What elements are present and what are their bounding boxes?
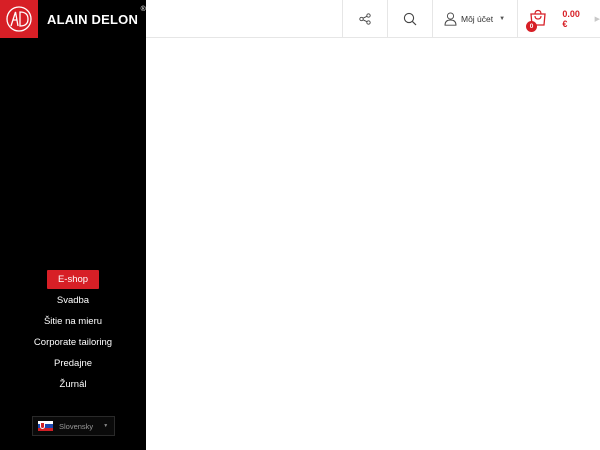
- brand-logo[interactable]: ALAIN DELON ®: [0, 0, 146, 38]
- nav-item-corporate-tailoring[interactable]: Corporate tailoring: [0, 332, 146, 353]
- account-label: Môj účet: [461, 14, 494, 24]
- logo-mark-icon: [0, 0, 38, 38]
- nav-item-eshop[interactable]: E-shop: [0, 269, 146, 290]
- account-menu[interactable]: Môj účet ▼: [432, 0, 517, 38]
- main-nav: E-shop Svadba Šitie na mieru Corporate t…: [0, 269, 146, 395]
- chevron-right-icon: ▶: [594, 16, 600, 23]
- cart-button[interactable]: 0 0.00 € ▶: [517, 0, 600, 38]
- main-content: [146, 39, 600, 450]
- sidebar: ALAIN DELON ® E-shop Svadba Šitie na mier…: [0, 0, 146, 450]
- nav-item-zurnal[interactable]: Žurnál: [0, 374, 146, 395]
- nav-item-sitie-na-mieru[interactable]: Šitie na mieru: [0, 311, 146, 332]
- cart-count-badge: 0: [526, 21, 537, 32]
- language-label: Slovensky: [59, 421, 94, 431]
- search-icon: [403, 12, 417, 26]
- brand-name: ALAIN DELON ®: [47, 5, 147, 27]
- language-select[interactable]: Slovensky ▼: [32, 416, 115, 436]
- share-button[interactable]: [342, 0, 387, 38]
- nav-item-svadba[interactable]: Svadba: [0, 290, 146, 311]
- top-bar: Môj účet ▼ 0 0.00 € ▶: [146, 0, 600, 38]
- chevron-down-icon: ▼: [103, 423, 109, 429]
- nav-item-predajne[interactable]: Predajne: [0, 353, 146, 374]
- chevron-down-icon: ▼: [499, 16, 506, 22]
- share-icon: [359, 13, 371, 25]
- user-icon: [444, 12, 457, 26]
- cart-icon-wrap: 0: [526, 8, 548, 32]
- slovakia-flag-icon: [38, 421, 53, 431]
- search-button[interactable]: [387, 0, 432, 38]
- cart-total: 0.00 €: [562, 9, 580, 29]
